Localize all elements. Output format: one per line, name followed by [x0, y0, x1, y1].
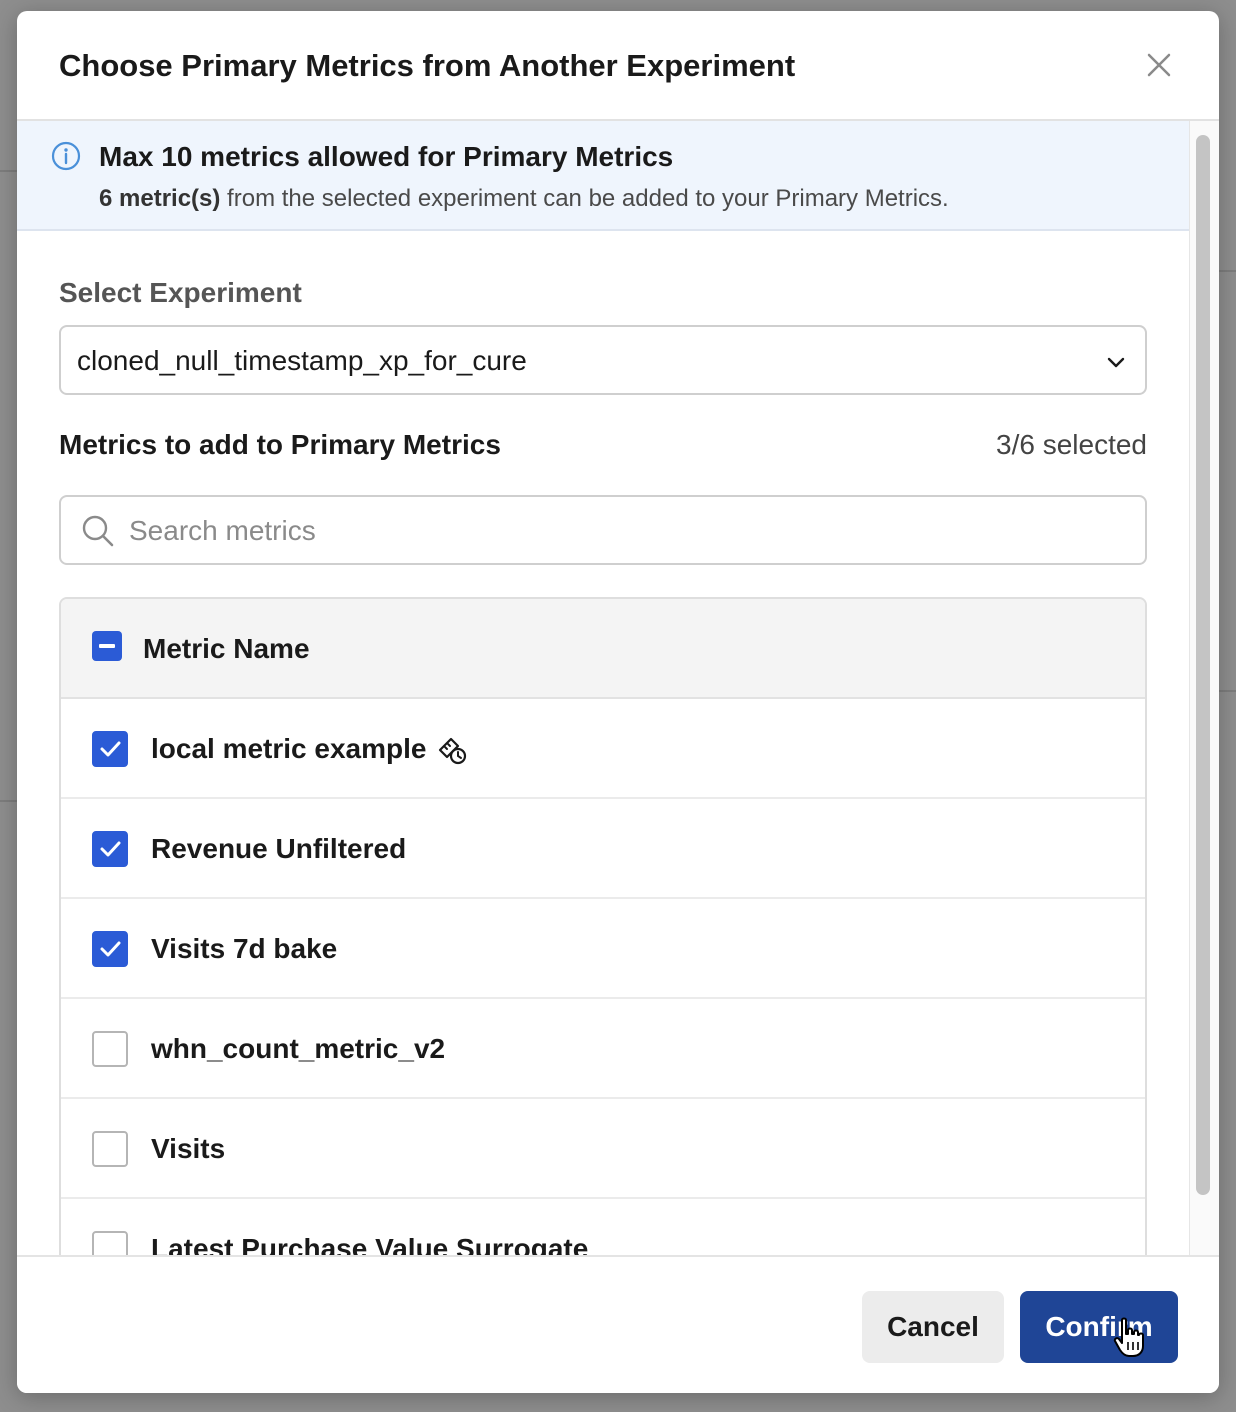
cancel-button[interactable]: Cancel [862, 1291, 1004, 1363]
row-label: Visits [151, 1133, 226, 1164]
row-label: Revenue Unfiltered [151, 833, 407, 864]
chevron-down-icon [1107, 357, 1125, 368]
row-checkbox[interactable] [92, 831, 128, 867]
background-divider [0, 170, 17, 172]
table-header: Metric Name [61, 599, 1145, 699]
info-description-text: from the selected experiment can be adde… [220, 185, 949, 212]
search-input[interactable] [129, 509, 1109, 553]
row-label: Latest Purchase Value Surrogate [151, 1233, 589, 1255]
row-checkbox[interactable] [92, 731, 128, 767]
table-row[interactable]: Visits [61, 1099, 1145, 1199]
row-label: Visits 7d bake [151, 933, 338, 964]
info-banner: Max 10 metrics allowed for Primary Metri… [17, 121, 1189, 231]
metrics-section-heading: Metrics to add to Primary Metrics [59, 429, 501, 460]
dialog-title: Choose Primary Metrics from Another Expe… [59, 48, 796, 83]
background-divider [1219, 270, 1236, 272]
check-icon [100, 941, 121, 957]
search-icon [82, 515, 114, 547]
check-icon [100, 841, 121, 857]
row-checkbox[interactable] [92, 1031, 128, 1067]
row-label: local metric example [151, 733, 427, 764]
info-title: Max 10 metrics allowed for Primary Metri… [99, 141, 674, 172]
table-row[interactable]: Latest Purchase Value Surrogate [61, 1199, 1145, 1255]
row-checkbox[interactable] [92, 1131, 128, 1167]
background-divider [1219, 690, 1236, 692]
close-button[interactable] [1141, 47, 1177, 83]
table-row[interactable]: Visits 7d bake [61, 899, 1145, 999]
search-box [59, 495, 1147, 565]
scrollbar-thumb[interactable] [1196, 135, 1210, 1195]
background-divider [0, 800, 17, 802]
dialog-header: Choose Primary Metrics from Another Expe… [17, 11, 1219, 121]
info-icon [51, 141, 81, 171]
row-label: whn_count_metric_v2 [151, 1033, 446, 1064]
row-checkbox[interactable] [92, 1231, 128, 1255]
row-checkbox[interactable] [92, 931, 128, 967]
select-experiment-label: Select Experiment [59, 277, 302, 308]
dialog-footer: Cancel Confirm [17, 1255, 1219, 1393]
local-metric-icon [438, 737, 467, 765]
metrics-table: Metric Name local metric example Revenue… [59, 597, 1147, 1255]
experiment-select[interactable]: cloned_null_timestamp_xp_for_cure [59, 325, 1147, 395]
table-row[interactable]: whn_count_metric_v2 [61, 999, 1145, 1099]
check-icon [100, 741, 121, 757]
dialog-body: Max 10 metrics allowed for Primary Metri… [17, 121, 1219, 1255]
close-icon [1147, 53, 1171, 77]
selected-count: 3/6 selected [996, 429, 1147, 460]
confirm-button[interactable]: Confirm [1020, 1291, 1178, 1363]
info-description: 6 metric(s) from the selected experiment… [99, 185, 949, 213]
table-row[interactable]: local metric example [61, 699, 1145, 799]
select-all-checkbox[interactable] [92, 631, 122, 661]
info-count: 6 metric(s) [99, 185, 221, 212]
experiment-select-value: cloned_null_timestamp_xp_for_cure [77, 345, 527, 376]
table-row[interactable]: Revenue Unfiltered [61, 799, 1145, 899]
choose-metrics-dialog: Choose Primary Metrics from Another Expe… [17, 11, 1219, 1393]
column-header-metric-name: Metric Name [143, 633, 310, 664]
